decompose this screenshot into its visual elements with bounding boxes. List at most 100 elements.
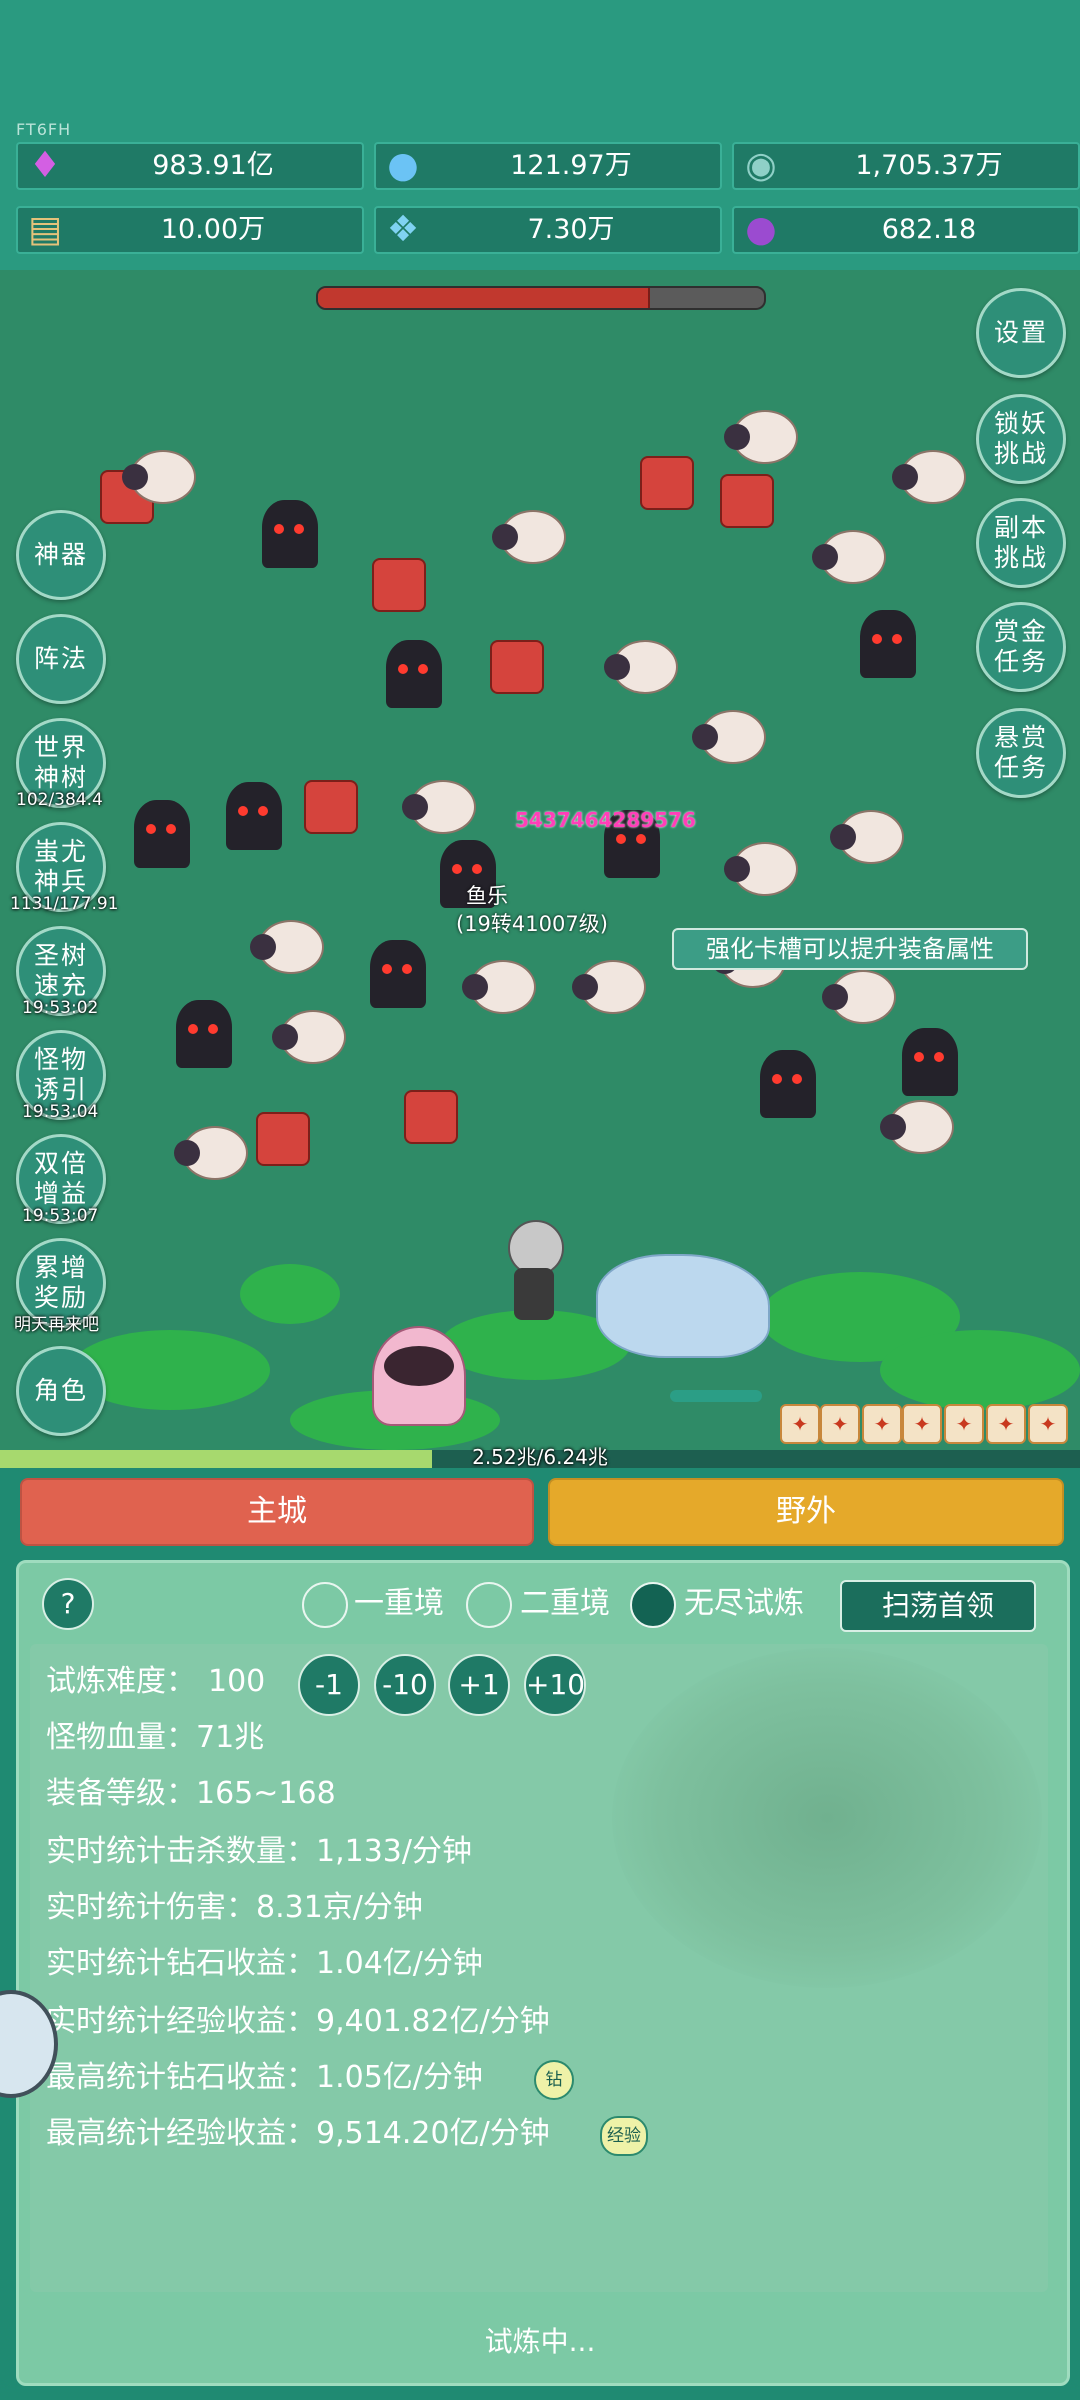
sheep-monster — [830, 810, 904, 864]
difficulty-minus-10-button[interactable]: -10 — [374, 1654, 436, 1716]
player-character — [498, 1220, 568, 1320]
bush — [240, 1264, 340, 1324]
demon-monster — [760, 1050, 816, 1118]
pet-hair — [384, 1346, 454, 1386]
exp-badge: 经验 — [600, 2116, 648, 2156]
hint-banner: 强化卡槽可以提升装备属性 — [672, 928, 1028, 970]
skill-slot-icon[interactable]: ✦ — [902, 1404, 942, 1444]
reward-task-button[interactable]: 悬赏任务 — [976, 708, 1066, 798]
sheep-monster — [812, 530, 886, 584]
sheep-monster — [272, 1010, 346, 1064]
bush — [880, 1330, 1080, 1410]
resource-scroll[interactable]: ▤ 10.00万 — [16, 206, 364, 254]
menu-artifact-button[interactable]: 神器 — [16, 510, 106, 600]
demon-monster — [176, 1000, 232, 1068]
damage-rate-stat: 实时统计伤害：8.31京/分钟 — [46, 1890, 423, 1925]
help-button[interactable]: ? — [42, 1578, 94, 1630]
menu-label: 累增奖励 — [33, 1253, 88, 1312]
enemy-hp-fill — [318, 288, 651, 308]
dungeon-challenge-button[interactable]: 副本挑战 — [976, 498, 1066, 588]
diamond-icon: ♦ — [28, 144, 62, 186]
menu-label: 角色 — [33, 1376, 88, 1405]
player-level: (19转41007级) — [456, 912, 608, 936]
demon-lock-challenge-button[interactable]: 锁妖挑战 — [976, 394, 1066, 484]
cube-monster — [490, 640, 544, 694]
resource-value: 121.97万 — [510, 150, 632, 181]
mode-2-label[interactable]: 二重境 — [520, 1584, 610, 1624]
ice-crystal-icon: ❖ — [386, 208, 420, 250]
menu-character-button[interactable]: 角色 — [16, 1346, 106, 1436]
resource-purple-pouch[interactable]: ● 682.18 — [732, 206, 1080, 254]
cube-monster — [372, 558, 426, 612]
demon-monster — [386, 640, 442, 708]
tab-wild[interactable]: 野外 — [548, 1478, 1064, 1546]
experience-text: 2.52兆/6.24兆 — [472, 1445, 608, 1469]
menu-label: 副本挑战 — [993, 513, 1048, 572]
sheep-monster — [604, 640, 678, 694]
demon-monster — [370, 940, 426, 1008]
cube-monster — [404, 1090, 458, 1144]
sheep-monster — [462, 960, 536, 1014]
sheep-monster — [724, 410, 798, 464]
sheep-monster — [122, 450, 196, 504]
max-diamond-rate-stat: 最高统计钻石收益：1.05亿/分钟 — [46, 2060, 483, 2095]
difficulty-value: 100 — [208, 1664, 266, 1699]
menu-label: 悬赏任务 — [993, 723, 1048, 782]
sheep-monster — [572, 960, 646, 1014]
player-body — [514, 1268, 554, 1320]
scroll-icon: ▤ — [27, 208, 62, 250]
menu-formation-button[interactable]: 阵法 — [16, 614, 106, 704]
difficulty-plus-10-button[interactable]: +10 — [524, 1654, 586, 1716]
kill-rate-stat: 实时统计击杀数量：1,133/分钟 — [46, 1834, 472, 1869]
skill-slot-icon[interactable]: ✦ — [944, 1404, 984, 1444]
skill-slot-icon[interactable]: ✦ — [862, 1404, 902, 1444]
menu-label: 圣树速充 — [33, 941, 88, 1000]
resource-globe-orb[interactable]: ◉ 1,705.37万 — [732, 142, 1080, 190]
resource-value: 983.91亿 — [152, 150, 274, 181]
sweep-boss-button[interactable]: 扫荡首领 — [840, 1580, 1036, 1632]
bounty-task-button[interactable]: 赏金任务 — [976, 602, 1066, 692]
cumulative-reward-status: 明天再来吧 — [14, 1315, 99, 1335]
settings-button[interactable]: 设置 — [976, 288, 1066, 378]
sheep-monster — [724, 842, 798, 896]
demon-monster — [226, 782, 282, 850]
cube-monster — [720, 474, 774, 528]
resource-value: 682.18 — [881, 214, 977, 245]
skill-slot-icon[interactable]: ✦ — [986, 1404, 1026, 1444]
globe-orb-icon: ◉ — [745, 144, 777, 186]
resource-diamond[interactable]: ♦ 983.91亿 — [16, 142, 364, 190]
sheep-monster — [692, 710, 766, 764]
sheep-monster — [822, 970, 896, 1024]
radio-mode-2[interactable] — [466, 1582, 512, 1628]
demon-monster — [902, 1028, 958, 1096]
menu-label: 赏金任务 — [993, 617, 1048, 676]
demon-monster — [262, 500, 318, 568]
difficulty-label: 试炼难度： — [46, 1664, 196, 1699]
damage-number: 5437464289576 — [515, 808, 696, 832]
player-name: 鱼乐 — [466, 884, 508, 908]
resource-ice-crystal[interactable]: ❖ 7.30万 — [374, 206, 722, 254]
resource-crystal-orb[interactable]: ● 121.97万 — [374, 142, 722, 190]
mode-endless-label[interactable]: 无尽试炼 — [684, 1584, 804, 1624]
double-boost-timer: 19:53:07 — [22, 1206, 99, 1226]
diamond-badge: 钻 — [534, 2060, 574, 2100]
tab-main-city[interactable]: 主城 — [20, 1478, 534, 1546]
radio-mode-1[interactable] — [302, 1582, 348, 1628]
sheep-monster — [250, 920, 324, 974]
menu-label: 神器 — [33, 540, 88, 569]
battle-field[interactable]: ✦ ✦ ✦ ✦ ✦ ✦ ✦ — [0, 270, 1080, 1450]
menu-label: 蚩尤神兵 — [33, 837, 88, 896]
menu-label: 双倍增益 — [33, 1149, 88, 1208]
mode-1-label[interactable]: 一重境 — [354, 1584, 444, 1624]
difficulty-minus-1-button[interactable]: -1 — [298, 1654, 360, 1716]
resource-value: 7.30万 — [527, 214, 615, 245]
skill-slot-icon[interactable]: ✦ — [780, 1404, 820, 1444]
difficulty-plus-1-button[interactable]: +1 — [448, 1654, 510, 1716]
exp-rate-stat: 实时统计经验收益：9,401.82亿/分钟 — [46, 2004, 550, 2039]
menu-label: 设置 — [993, 318, 1048, 347]
skill-slot-icon[interactable]: ✦ — [1028, 1404, 1068, 1444]
skill-slot-icon[interactable]: ✦ — [820, 1404, 860, 1444]
diamond-rate-stat: 实时统计钻石收益：1.04亿/分钟 — [46, 1946, 483, 1981]
radio-mode-endless[interactable] — [630, 1582, 676, 1628]
menu-label: 世界神树 — [33, 733, 88, 792]
